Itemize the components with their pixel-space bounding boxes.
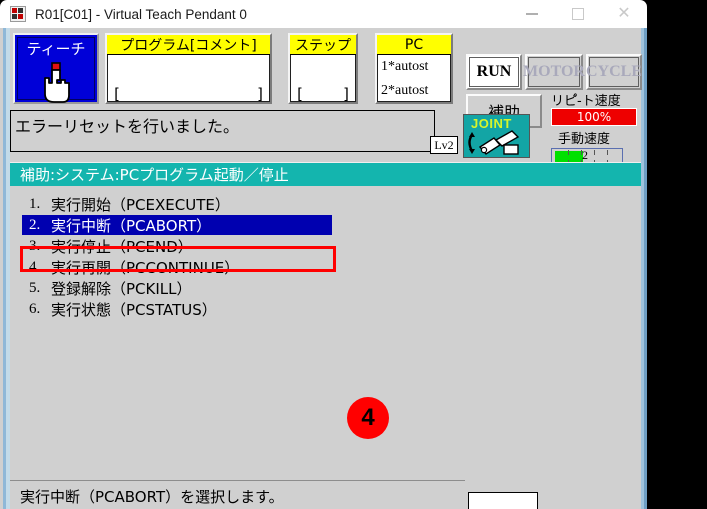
- program-comment-header: プログラム[コメント]: [107, 35, 270, 55]
- menu-item-4[interactable]: 4. 実行再開（PCCONTINUE）: [22, 257, 332, 277]
- status-message-bar: エラーリセットを行いました。: [10, 110, 435, 152]
- menu-item-5-label: 登録解除（PCKILL）: [51, 279, 192, 298]
- manual-speed-label: 手動速度: [558, 132, 611, 147]
- step-bracket-open: [: [295, 85, 305, 103]
- menu-item-3-number: 3.: [29, 237, 41, 254]
- program-comment-value: [ ]: [112, 85, 265, 103]
- menu-item-2-number: 2.: [29, 216, 41, 233]
- menu-item-4-label: 実行再開（PCCONTINUE）: [51, 258, 240, 277]
- pc-panel[interactable]: PC 1*autost 2*autost: [375, 33, 453, 104]
- step-bracket-close: ]: [341, 85, 351, 103]
- run-status-button[interactable]: RUN: [466, 54, 522, 90]
- pc-panel-header: PC: [377, 35, 451, 55]
- bottom-divider: [10, 480, 465, 481]
- bottom-input-field[interactable]: [468, 492, 538, 509]
- window-controls: ✕: [509, 0, 647, 28]
- teach-mode-label: ティーチ: [26, 40, 86, 58]
- menu-item-5[interactable]: 5. 登録解除（PCKILL）: [22, 278, 332, 298]
- bottom-hint-text: 実行中断（PCABORT）を選択します。: [20, 488, 284, 506]
- menu-item-3-label: 実行停止（PCEND）: [51, 237, 193, 256]
- close-button[interactable]: ✕: [601, 0, 647, 28]
- pc-task-line-2: 2*autost: [381, 83, 429, 98]
- menu-item-2-label: 実行中断（PCABORT）: [51, 216, 212, 235]
- joint-mode-icon[interactable]: JOINT: [463, 114, 530, 158]
- step-panel[interactable]: ステップ [ ]: [288, 33, 358, 104]
- hand-pointer-icon: [36, 61, 76, 108]
- menu-item-1[interactable]: 1. 実行開始（PCEXECUTE）: [22, 194, 332, 214]
- manual-speed-value: 2: [582, 148, 588, 162]
- bezel-right: [644, 28, 647, 509]
- motor-status-label: MOTOR: [523, 63, 585, 80]
- maximize-icon: [572, 8, 584, 20]
- menu-list: 1. 実行開始（PCEXECUTE） 2. 実行中断（PCABORT） 3. 実…: [10, 188, 641, 470]
- program-bracket-open: [: [112, 85, 122, 103]
- teach-pendant-body: ティーチ プログラム[コメント] [ ] ステップ [] PC 1*autos…: [0, 28, 647, 509]
- repeat-speed-label: リピ゚-ト速度: [551, 94, 621, 109]
- repeat-speed-value: 100%: [551, 108, 637, 126]
- cycle-status-label: CYCLE: [586, 63, 643, 80]
- minimize-button[interactable]: [509, 0, 555, 28]
- minimize-icon: [526, 13, 538, 15]
- error-level-badge: Lv2: [430, 136, 458, 154]
- step-panel-value: [ ]: [295, 85, 351, 103]
- menu-item-6-number: 6.: [29, 300, 41, 317]
- window-title: R01[C01] - Virtual Teach Pendant 0: [35, 6, 247, 22]
- menu-item-2[interactable]: 2. 実行中断（PCABORT）: [22, 215, 332, 235]
- app-root: R01[C01] - Virtual Teach Pendant 0 ✕ ティー…: [0, 0, 707, 509]
- cycle-status-button[interactable]: CYCLE: [586, 54, 642, 90]
- pc-panel-body: 1*autost 2*autost: [377, 55, 451, 105]
- run-status-label: RUN: [476, 63, 512, 80]
- program-comment-body: [ ]: [107, 55, 270, 105]
- program-bracket-close: ]: [255, 85, 265, 103]
- program-comment-panel[interactable]: プログラム[コメント] [ ]: [105, 33, 272, 104]
- step-panel-body: [ ]: [290, 55, 356, 105]
- app-icon: [9, 5, 27, 23]
- menu-item-3[interactable]: 3. 実行停止（PCEND）: [22, 236, 332, 256]
- step-panel-header: ステップ: [290, 35, 356, 55]
- annotation-step-badge: 4: [347, 397, 389, 439]
- menu-item-6[interactable]: 6. 実行状態（PCSTATUS）: [22, 299, 332, 319]
- maximize-button[interactable]: [555, 0, 601, 28]
- menu-item-4-number: 4.: [29, 258, 41, 275]
- menu-item-5-number: 5.: [29, 279, 41, 296]
- menu-breadcrumb-header: 補助:システム:PCプログラム起動／停止: [10, 162, 641, 186]
- menu-item-1-number: 1.: [29, 195, 41, 212]
- motor-status-button[interactable]: MOTOR: [523, 54, 585, 90]
- pc-task-line-1: 1*autost: [381, 59, 429, 74]
- menu-item-1-label: 実行開始（PCEXECUTE）: [51, 195, 230, 214]
- menu-item-6-label: 実行状態（PCSTATUS）: [51, 300, 217, 319]
- window-titlebar: R01[C01] - Virtual Teach Pendant 0 ✕: [0, 0, 647, 28]
- teach-mode-button[interactable]: ティーチ: [13, 33, 99, 104]
